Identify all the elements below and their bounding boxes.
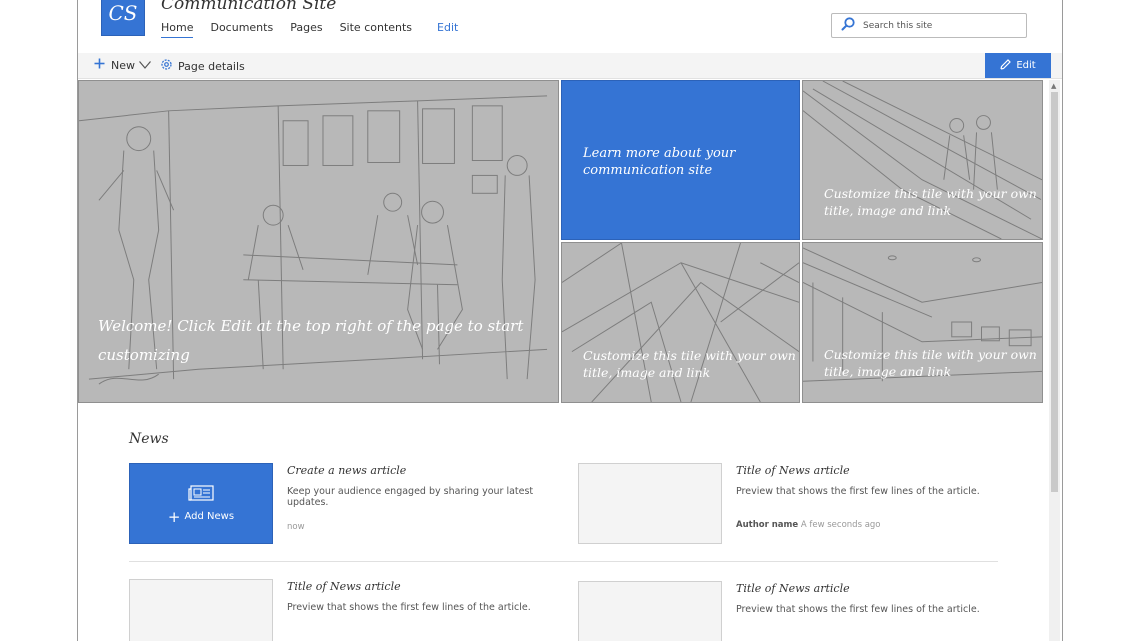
search-icon bbox=[841, 16, 855, 35]
scrollbar-thumb[interactable] bbox=[1051, 92, 1058, 492]
news-thumbnail[interactable] bbox=[129, 579, 273, 641]
hero-main-caption: Welcome! Click Edit at the top right of … bbox=[98, 317, 524, 364]
page-scrollbar[interactable]: ▲ bbox=[1049, 80, 1060, 641]
site-logo-text: CS bbox=[108, 1, 138, 25]
news-meta: Author name A few seconds ago bbox=[736, 520, 881, 530]
news-preview: Preview that shows the first few lines o… bbox=[736, 604, 980, 615]
add-news-button[interactable]: + Add News bbox=[167, 507, 235, 526]
news-time: now bbox=[287, 522, 305, 532]
site-logo[interactable]: CS bbox=[101, 0, 145, 36]
news-title[interactable]: Title of News article bbox=[287, 580, 547, 593]
nav-item-site-contents[interactable]: Site contents bbox=[340, 21, 412, 38]
hero-tile-bottom-left-caption: Customize this tile with your own title,… bbox=[583, 348, 796, 380]
news-title[interactable]: Create a news article bbox=[287, 464, 547, 477]
news-heading: News bbox=[129, 431, 169, 447]
site-title[interactable]: Communication Site bbox=[161, 0, 336, 14]
pencil-icon bbox=[1000, 58, 1012, 73]
hero-tile-bottom-right[interactable]: Customize this tile with your own title,… bbox=[802, 242, 1043, 403]
plus-icon: + bbox=[167, 507, 181, 526]
hero-tile-top-right[interactable]: Customize this tile with your own title,… bbox=[802, 80, 1043, 240]
hero-tile-learn-more[interactable]: Learn more about your communication site bbox=[561, 80, 800, 240]
search-input[interactable] bbox=[863, 20, 1013, 31]
page-frame: CS Communication Site Home Documents Pag… bbox=[77, 0, 1063, 641]
news-item[interactable]: Title of News article Preview that shows… bbox=[578, 581, 998, 641]
edit-button[interactable]: Edit bbox=[985, 53, 1051, 78]
add-news-tile[interactable]: + Add News bbox=[129, 463, 273, 544]
edit-button-label: Edit bbox=[1016, 60, 1036, 71]
news-preview: Keep your audience engaged by sharing yo… bbox=[287, 486, 534, 508]
news-article-icon bbox=[188, 485, 214, 505]
nav-edit-link[interactable]: Edit bbox=[437, 21, 458, 38]
hero-tile-main[interactable]: Welcome! Click Edit at the top right of … bbox=[78, 80, 559, 403]
news-preview: Preview that shows the first few lines o… bbox=[736, 486, 980, 497]
chevron-down-icon bbox=[139, 59, 151, 72]
new-button-label: New bbox=[111, 58, 135, 72]
news-author: Author name bbox=[736, 520, 799, 530]
command-bar: New Page details Edit bbox=[78, 53, 1062, 79]
news-thumbnail[interactable] bbox=[578, 463, 722, 544]
top-navigation: Home Documents Pages Site contents Edit bbox=[161, 21, 475, 38]
plus-icon bbox=[94, 58, 105, 72]
news-item[interactable]: Title of News article Preview that shows… bbox=[129, 579, 549, 641]
search-box[interactable] bbox=[831, 13, 1027, 38]
news-preview: Preview that shows the first few lines o… bbox=[287, 602, 531, 613]
page-details-button[interactable]: Page details bbox=[160, 58, 245, 74]
nav-item-pages[interactable]: Pages bbox=[290, 21, 322, 38]
gear-icon bbox=[160, 58, 173, 74]
nav-item-home[interactable]: Home bbox=[161, 21, 194, 38]
hero-tile-bottom-left[interactable]: Customize this tile with your own title,… bbox=[561, 242, 800, 403]
news-item-create[interactable]: + Add News Create a news article Keep yo… bbox=[129, 463, 549, 553]
new-button[interactable]: New bbox=[94, 58, 151, 72]
hero-tile-top-right-caption: Customize this tile with your own title,… bbox=[824, 186, 1037, 218]
news-title[interactable]: Title of News article bbox=[736, 582, 996, 595]
hero-blue-caption: Learn more about your communication site bbox=[583, 146, 736, 178]
news-title[interactable]: Title of News article bbox=[736, 464, 996, 477]
news-item[interactable]: Title of News article Preview that shows… bbox=[578, 463, 998, 553]
hero-section: Welcome! Click Edit at the top right of … bbox=[78, 80, 1044, 403]
news-time: A few seconds ago bbox=[800, 520, 881, 530]
news-thumbnail[interactable] bbox=[578, 581, 722, 641]
add-news-label: Add News bbox=[184, 511, 235, 522]
nav-item-documents[interactable]: Documents bbox=[210, 21, 273, 38]
page-details-label: Page details bbox=[178, 59, 245, 73]
hero-tile-bottom-right-caption: Customize this tile with your own title,… bbox=[824, 347, 1037, 379]
news-divider bbox=[129, 561, 998, 562]
scroll-up-arrow-icon[interactable]: ▲ bbox=[1051, 82, 1056, 90]
